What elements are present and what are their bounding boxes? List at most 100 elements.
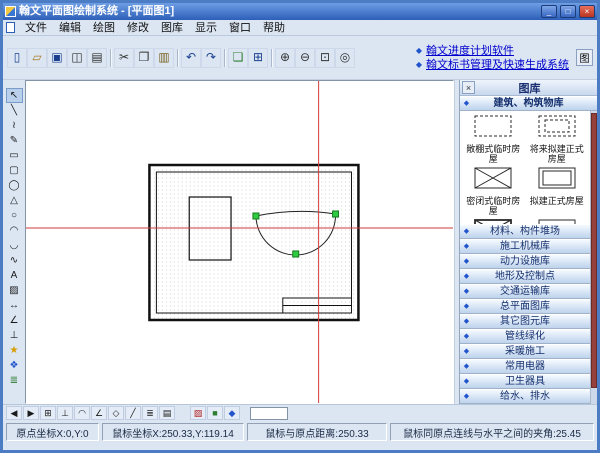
tool-flash-button[interactable]: ★ [6, 343, 23, 358]
zoom-extents-button[interactable]: ◎ [335, 48, 355, 68]
library-category[interactable]: ◆总平面图库 [460, 299, 590, 314]
tool-polygon-button[interactable]: △ [6, 193, 23, 208]
library-category[interactable]: ◆交通运输库 [460, 284, 590, 299]
save-button[interactable]: ▣ [47, 48, 67, 68]
blue-marker-button[interactable]: ◆ [224, 406, 240, 420]
library-category[interactable]: ◆动力设施库 [460, 254, 590, 269]
copy-button[interactable]: ❐ [134, 48, 154, 68]
library-category[interactable]: ◆管线绿化 [460, 329, 590, 344]
print-preview-button[interactable]: ◫ [67, 48, 87, 68]
library-item[interactable]: 拟建正式房屋 [526, 165, 589, 216]
drawing-canvas[interactable] [25, 80, 454, 404]
tool-dimension-button[interactable]: ↔ [6, 298, 23, 313]
red-marker-button[interactable]: ▨ [190, 406, 206, 420]
tool-ellipse-button[interactable]: ◯ [6, 178, 23, 193]
menu-item[interactable]: 文件 [19, 21, 53, 35]
library-item[interactable]: 敞棚式临时房屋 [462, 113, 525, 164]
menu-item[interactable]: 图库 [155, 21, 189, 35]
tool-rectangle-button[interactable]: ▭ [6, 148, 23, 163]
snap-grid-button[interactable]: ⊞ [248, 48, 268, 68]
tool-arc-button[interactable]: ◠ [6, 223, 23, 238]
library-category[interactable]: ◆材料、构件堆场 [460, 224, 590, 239]
menu-item[interactable]: 显示 [189, 21, 223, 35]
paste-button[interactable]: ▥ [154, 48, 174, 68]
tool-freehand-button[interactable]: ✎ [6, 133, 23, 148]
minimize-button[interactable]: _ [541, 5, 557, 18]
link-progress-software[interactable]: 翰文进度计划软件 [426, 45, 514, 57]
library-category[interactable]: ◆常用电器 [460, 359, 590, 374]
layer-mode-button[interactable]: ▤ [159, 406, 175, 420]
arc-mode-button[interactable]: ◠ [74, 406, 90, 420]
link-bullet-icon: ◆ [416, 61, 422, 69]
category-arrow-icon: ◆ [460, 300, 473, 313]
tool-wave-button[interactable]: ∿ [6, 253, 23, 268]
library-item-label: 敞棚式临时房屋 [462, 144, 525, 164]
panel-close-button[interactable]: × [462, 81, 475, 94]
diamond-mode-button[interactable]: ◇ [108, 406, 124, 420]
grip-handle[interactable] [333, 211, 339, 217]
library-section-header[interactable]: ◆ 建筑、构筑物库 [460, 96, 597, 111]
open-button[interactable]: ▱ [27, 48, 47, 68]
pan-left-button[interactable]: ◀ [6, 406, 22, 420]
library-item[interactable]: 密闭式临时房屋 [462, 165, 525, 216]
library-panel: × 图库 ◆ 建筑、构筑物库 敞棚式临时房屋将来拟建正式房屋密闭式临时房屋拟建正… [459, 80, 597, 404]
title-bar: 翰文平面图绘制系统 - [平面图1] _ □ × [3, 3, 597, 20]
menu-item[interactable]: 帮助 [257, 21, 291, 35]
tool-angle-button[interactable]: ∠ [6, 313, 23, 328]
library-category[interactable]: ◆其它图元库 [460, 314, 590, 329]
tool-polyline-button[interactable]: ≀ [6, 118, 23, 133]
green-marker-button[interactable]: ■ [207, 406, 223, 420]
layer-grid-button[interactable]: ❏ [228, 48, 248, 68]
tool-node-button[interactable]: ⊥ [6, 328, 23, 343]
menu-item[interactable]: 窗口 [223, 21, 257, 35]
list-mode-button[interactable]: ≣ [142, 406, 158, 420]
tool-select-button[interactable]: ↖ [6, 88, 23, 103]
tool-hatch-button[interactable]: ▨ [6, 283, 23, 298]
undo-button[interactable]: ↶ [181, 48, 201, 68]
snap-button[interactable]: ⊞ [40, 406, 56, 420]
section-label: 建筑、构筑物库 [473, 97, 584, 110]
envelope-rect-icon [471, 165, 515, 196]
library-category[interactable]: ◆卫生器具 [460, 374, 590, 389]
canvas-svg[interactable] [26, 81, 453, 403]
main-toolbar: ▯▱▣◫▤✂❐▥↶↷❏⊞⊕⊖⊡◎ ◆ 翰文进度计划软件 ◆ 翰文标书管理及快速生… [3, 36, 597, 80]
close-button[interactable]: × [579, 5, 595, 18]
panel-scrollbar[interactable] [590, 111, 597, 404]
tool-circle-button[interactable]: ○ [6, 208, 23, 223]
pan-right-button[interactable]: ▶ [23, 406, 39, 420]
line-mode-button[interactable]: ╱ [125, 406, 141, 420]
library-category[interactable]: ◆地形及控制点 [460, 269, 590, 284]
maximize-button[interactable]: □ [560, 5, 576, 18]
tool-layers-button[interactable]: ≣ [6, 373, 23, 388]
zoom-in-button[interactable]: ⊕ [275, 48, 295, 68]
library-category[interactable]: ◆给水、排水 [460, 389, 590, 404]
print-button[interactable]: ▤ [87, 48, 107, 68]
map-button[interactable]: 图 [576, 49, 593, 66]
redo-button[interactable]: ↷ [201, 48, 221, 68]
new-button[interactable]: ▯ [7, 48, 27, 68]
menu-item[interactable]: 修改 [121, 21, 155, 35]
menu-item[interactable]: 绘图 [87, 21, 121, 35]
tool-line-button[interactable]: ╲ [6, 103, 23, 118]
zoom-window-button[interactable]: ⊡ [315, 48, 335, 68]
zoom-out-button[interactable]: ⊖ [295, 48, 315, 68]
library-item[interactable]: 将来拟建正式房屋 [526, 113, 589, 164]
tool-text-button[interactable]: A [6, 268, 23, 283]
library-panel-body: 敞棚式临时房屋将来拟建正式房屋密闭式临时房屋拟建正式房屋 ◆材料、构件堆场◆施工… [460, 111, 597, 404]
grip-handle[interactable] [253, 213, 259, 219]
grip-handle[interactable] [293, 251, 299, 257]
tool-curve-button[interactable]: ◡ [6, 238, 23, 253]
tool-block-button[interactable]: ❖ [6, 358, 23, 373]
panel-scrollbar-thumb[interactable] [591, 113, 597, 388]
library-item[interactable] [526, 217, 589, 224]
angle-mode-button[interactable]: ∠ [91, 406, 107, 420]
link-bid-software[interactable]: 翰文标书管理及快速生成系统 [426, 59, 569, 71]
coordinate-input[interactable] [250, 407, 288, 420]
cut-button[interactable]: ✂ [114, 48, 134, 68]
menu-item[interactable]: 编辑 [53, 21, 87, 35]
library-category[interactable]: ◆采暖施工 [460, 344, 590, 359]
library-item[interactable] [462, 217, 525, 224]
tool-rounded-rectangle-button[interactable]: ▢ [6, 163, 23, 178]
ortho-button[interactable]: ⊥ [57, 406, 73, 420]
library-category[interactable]: ◆施工机械库 [460, 239, 590, 254]
